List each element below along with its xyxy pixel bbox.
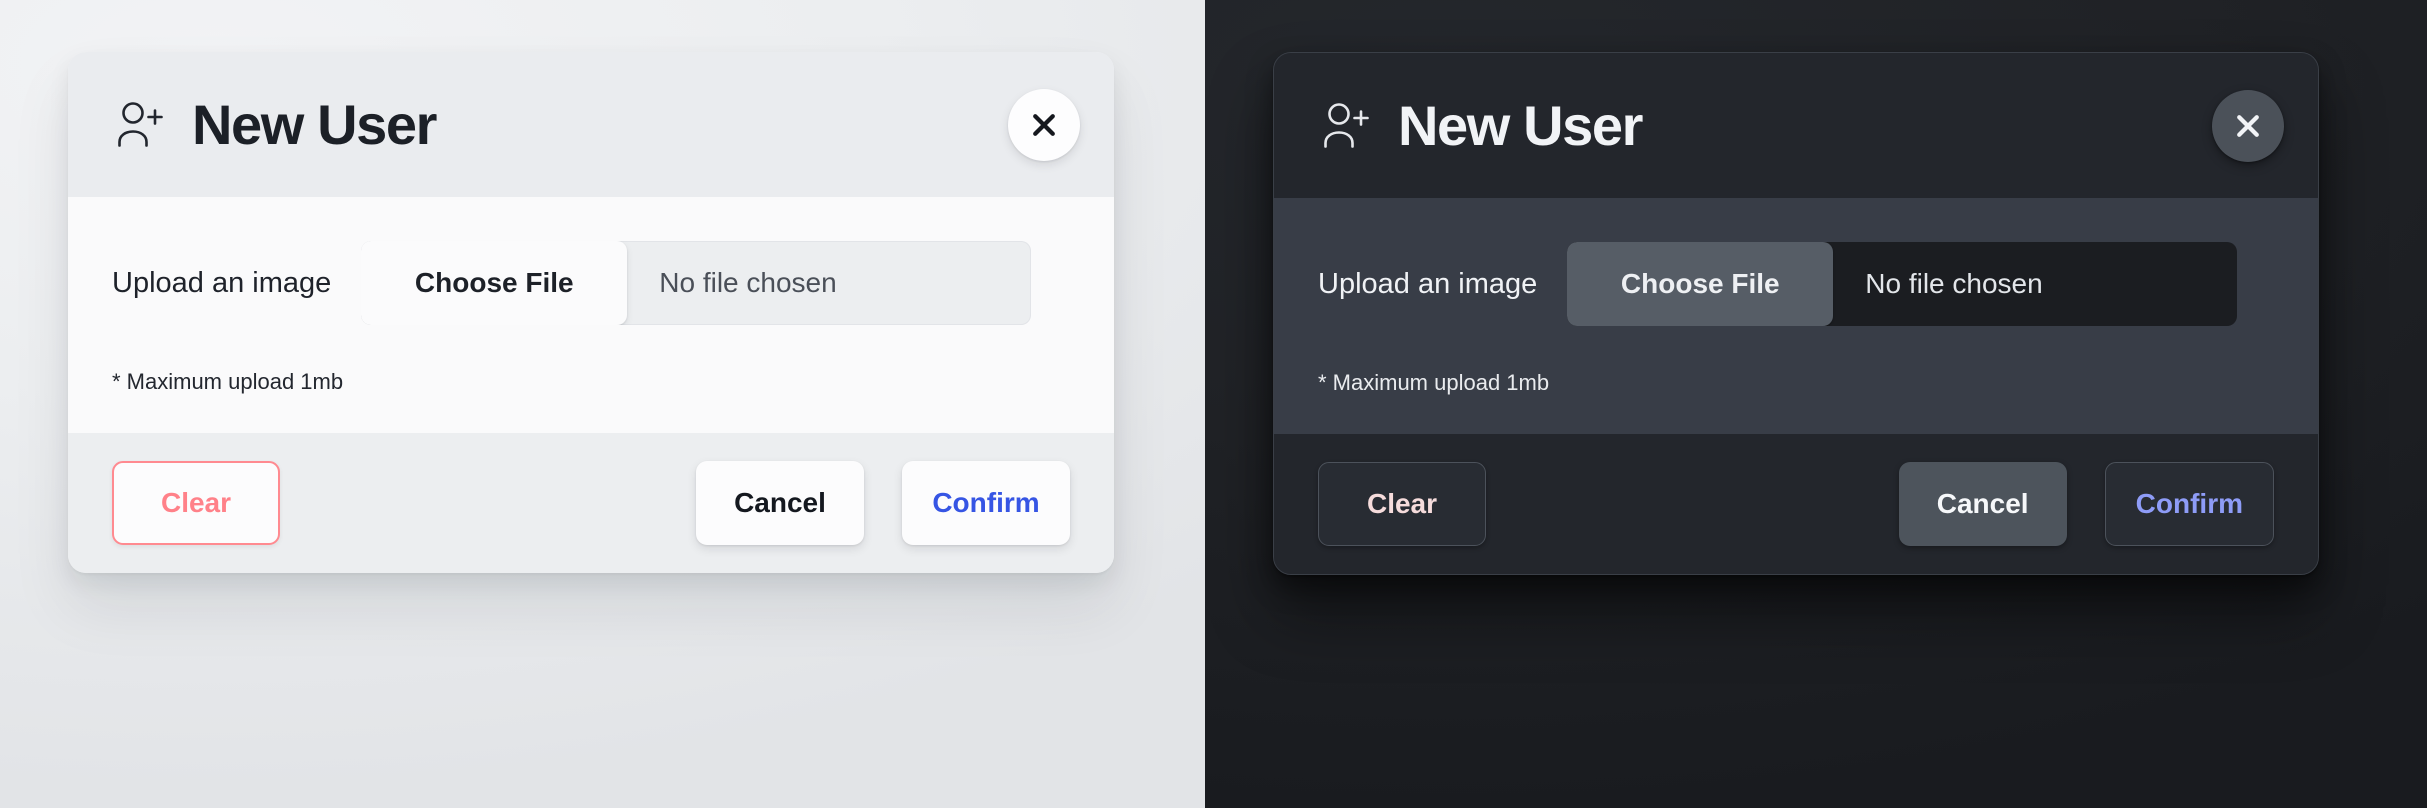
cancel-button[interactable]: Cancel: [1898, 462, 2067, 546]
clear-button[interactable]: Clear: [1318, 462, 1486, 546]
confirm-button[interactable]: Confirm: [2104, 462, 2274, 546]
upload-image-row: Upload an image Choose File No file chos…: [1318, 242, 2274, 326]
upload-label: Upload an image: [112, 266, 332, 299]
light-theme-stage: New User Upload an image Choose File No …: [0, 0, 1205, 808]
confirm-button[interactable]: Confirm: [902, 461, 1070, 545]
page-title: New User: [1398, 93, 1643, 157]
close-icon: [1029, 110, 1059, 140]
file-input-field[interactable]: Choose File No file chosen: [1567, 242, 2238, 326]
new-user-dialog-dark: New User Upload an image Choose File No …: [1273, 52, 2319, 575]
close-button[interactable]: [1008, 88, 1080, 161]
user-add-icon: [1318, 97, 1376, 155]
dialog-header: New User: [68, 52, 1114, 197]
clear-button[interactable]: Clear: [112, 461, 280, 545]
dialog-header-left: New User: [112, 92, 437, 156]
user-add-icon: [112, 96, 170, 154]
file-input-field[interactable]: Choose File No file chosen: [361, 241, 1032, 325]
new-user-dialog-light: New User Upload an image Choose File No …: [68, 52, 1114, 573]
footer-actions: Cancel Confirm: [1898, 462, 2274, 546]
cancel-button[interactable]: Cancel: [696, 461, 864, 545]
upload-image-row: Upload an image Choose File No file chos…: [112, 241, 1070, 325]
max-upload-hint: * Maximum upload 1mb: [112, 369, 344, 394]
upload-label: Upload an image: [1318, 267, 1538, 300]
file-name-text: No file chosen: [659, 267, 837, 298]
dark-theme-stage: New User Upload an image Choose File No …: [1205, 0, 2427, 808]
footer-actions: Cancel Confirm: [696, 461, 1070, 545]
close-button[interactable]: [2212, 89, 2284, 162]
dialog-header: New User: [1274, 53, 2318, 198]
max-upload-hint: * Maximum upload 1mb: [1318, 370, 1550, 395]
dialog-body: Upload an image Choose File No file chos…: [68, 197, 1114, 433]
dialog-footer: Clear Cancel Confirm: [68, 433, 1114, 573]
file-name-text: No file chosen: [1865, 268, 2043, 299]
page-title: New User: [192, 92, 437, 156]
dialog-body: Upload an image Choose File No file chos…: [1274, 198, 2318, 434]
choose-file-button[interactable]: Choose File: [361, 241, 628, 325]
choose-file-button[interactable]: Choose File: [1567, 242, 1834, 326]
dialog-footer: Clear Cancel Confirm: [1274, 434, 2318, 574]
close-icon: [2233, 111, 2263, 141]
dialog-header-left: New User: [1318, 93, 1643, 157]
